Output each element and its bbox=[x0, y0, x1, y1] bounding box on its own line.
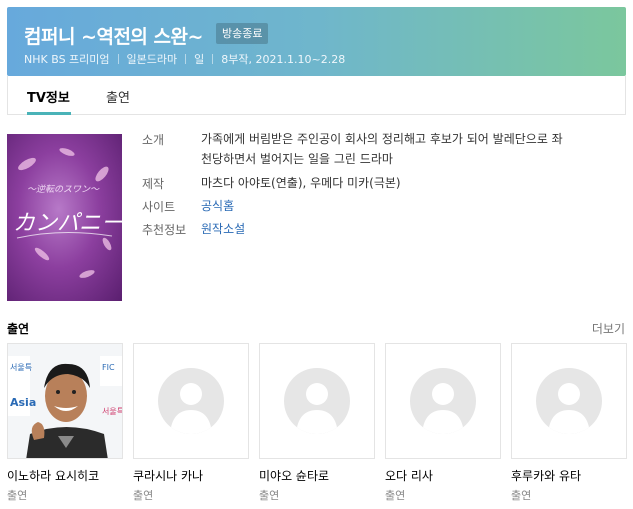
poster-art: 〜逆転のスワン〜 カンパニー bbox=[13, 148, 122, 278]
cast-section-title: 출연 bbox=[7, 322, 30, 336]
meta-divider bbox=[212, 54, 214, 64]
cast-photo[interactable] bbox=[385, 343, 501, 459]
person-placeholder-icon bbox=[410, 368, 476, 434]
cast-role: 출연 bbox=[511, 489, 532, 502]
cast-name[interactable]: 미야오 슌타로 bbox=[259, 467, 375, 484]
person-placeholder-icon bbox=[536, 368, 602, 434]
cast-name[interactable]: 후루카와 유타 bbox=[511, 467, 627, 484]
intro-text-line1: 가족에게 버림받은 주인공이 회사의 정리해고 후보가 되어 발레단으로 좌 bbox=[201, 132, 563, 146]
episodes-label: 8부작, 2021.1.10~2.28 bbox=[221, 53, 346, 66]
cast-photo[interactable] bbox=[259, 343, 375, 459]
intro-label: 소개 bbox=[142, 133, 165, 147]
svg-text:Asia: Asia bbox=[10, 396, 36, 409]
production-label: 제작 bbox=[142, 177, 165, 191]
meta-divider bbox=[185, 54, 187, 64]
tab-cast[interactable]: 출연 bbox=[106, 87, 130, 106]
cast-card[interactable]: 쿠라시나 카나 출연 bbox=[133, 343, 249, 503]
tab-bar: TV정보 출연 bbox=[7, 76, 626, 115]
cast-name[interactable]: 이노하라 요시히코 bbox=[7, 467, 123, 484]
cast-role: 출연 bbox=[7, 489, 28, 502]
program-title[interactable]: 컴퍼니 ~역전의 스완~ bbox=[24, 22, 203, 49]
airday-label: 일 bbox=[194, 53, 205, 66]
cast-card[interactable]: 미야오 슌타로 출연 bbox=[259, 343, 375, 503]
svg-text:서울특: 서울특 bbox=[102, 407, 123, 416]
official-site-link[interactable]: 공식홈 bbox=[201, 196, 234, 216]
status-badge: 방송종료 bbox=[216, 23, 269, 44]
svg-text:〜逆転のスワン〜: 〜逆転のスワン〜 bbox=[27, 184, 100, 195]
production-value: 마츠다 아야토(연출), 우메다 미카(극본) bbox=[201, 176, 401, 190]
cast-card[interactable]: 후루카와 유타 출연 bbox=[511, 343, 627, 503]
person-placeholder-icon bbox=[158, 368, 224, 434]
person-placeholder-icon bbox=[284, 368, 350, 434]
cast-name[interactable]: 오다 리사 bbox=[385, 467, 501, 484]
site-label: 사이트 bbox=[142, 200, 176, 214]
intro-text-line2: 천당하면서 벌어지는 일을 그린 드라마 bbox=[201, 152, 393, 166]
svg-text:서울특: 서울특 bbox=[10, 363, 32, 372]
cast-photo[interactable] bbox=[133, 343, 249, 459]
active-tab-indicator bbox=[27, 112, 71, 115]
cast-role: 출연 bbox=[133, 489, 154, 502]
channel-label: NHK BS 프리미엄 bbox=[24, 53, 110, 66]
recommend-label: 추천정보 bbox=[142, 223, 187, 237]
genre-label: 일본드라마 bbox=[126, 53, 178, 66]
original-novel-link[interactable]: 원작소설 bbox=[201, 219, 245, 239]
meta-divider bbox=[117, 54, 119, 64]
program-meta: NHK BS 프리미엄 일본드라마 일 8부작, 2021.1.10~2.28 bbox=[24, 51, 345, 67]
actor-photo: 서울특 Asia FIC 서울특 bbox=[8, 344, 123, 458]
cast-photo[interactable]: 서울특 Asia FIC 서울특 bbox=[7, 343, 123, 459]
cast-role: 출연 bbox=[385, 489, 406, 502]
svg-text:FIC: FIC bbox=[102, 363, 115, 372]
program-header: 컴퍼니 ~역전의 스완~ 방송종료 NHK BS 프리미엄 일본드라마 일 8부… bbox=[7, 7, 626, 76]
cast-role: 출연 bbox=[259, 489, 280, 502]
cast-card[interactable]: 오다 리사 출연 bbox=[385, 343, 501, 503]
cast-photo[interactable] bbox=[511, 343, 627, 459]
poster-image[interactable]: 〜逆転のスワン〜 カンパニー bbox=[7, 134, 122, 301]
cast-name[interactable]: 쿠라시나 카나 bbox=[133, 467, 249, 484]
cast-more-link[interactable]: 더보기 bbox=[592, 320, 625, 337]
tab-tv-info[interactable]: TV정보 bbox=[27, 87, 70, 106]
cast-card[interactable]: 서울특 Asia FIC 서울특 이노하라 요시히코 출연 bbox=[7, 343, 123, 503]
